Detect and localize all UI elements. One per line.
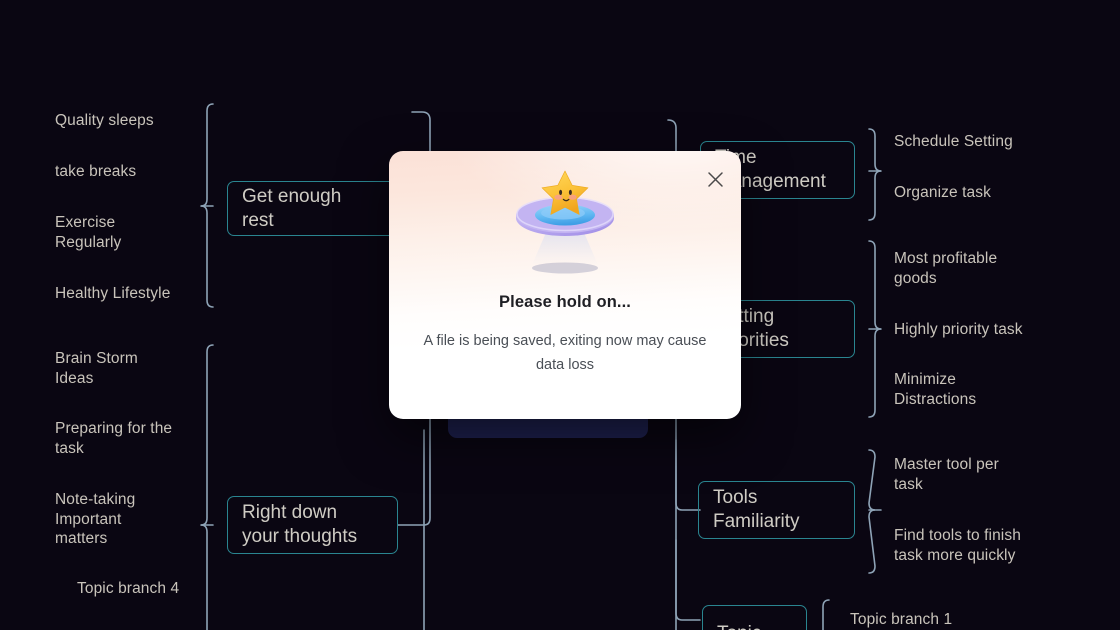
dialog-description: A file is being saved, exiting now may c… — [423, 333, 707, 373]
dialog-title: Please hold on... — [499, 293, 631, 311]
star-on-ufo-illustration — [516, 170, 614, 274]
please-hold-on-dialog: Please hold on... A file is being saved,… — [389, 151, 741, 419]
modal-overlay: Please hold on... A file is being saved,… — [0, 0, 1120, 630]
